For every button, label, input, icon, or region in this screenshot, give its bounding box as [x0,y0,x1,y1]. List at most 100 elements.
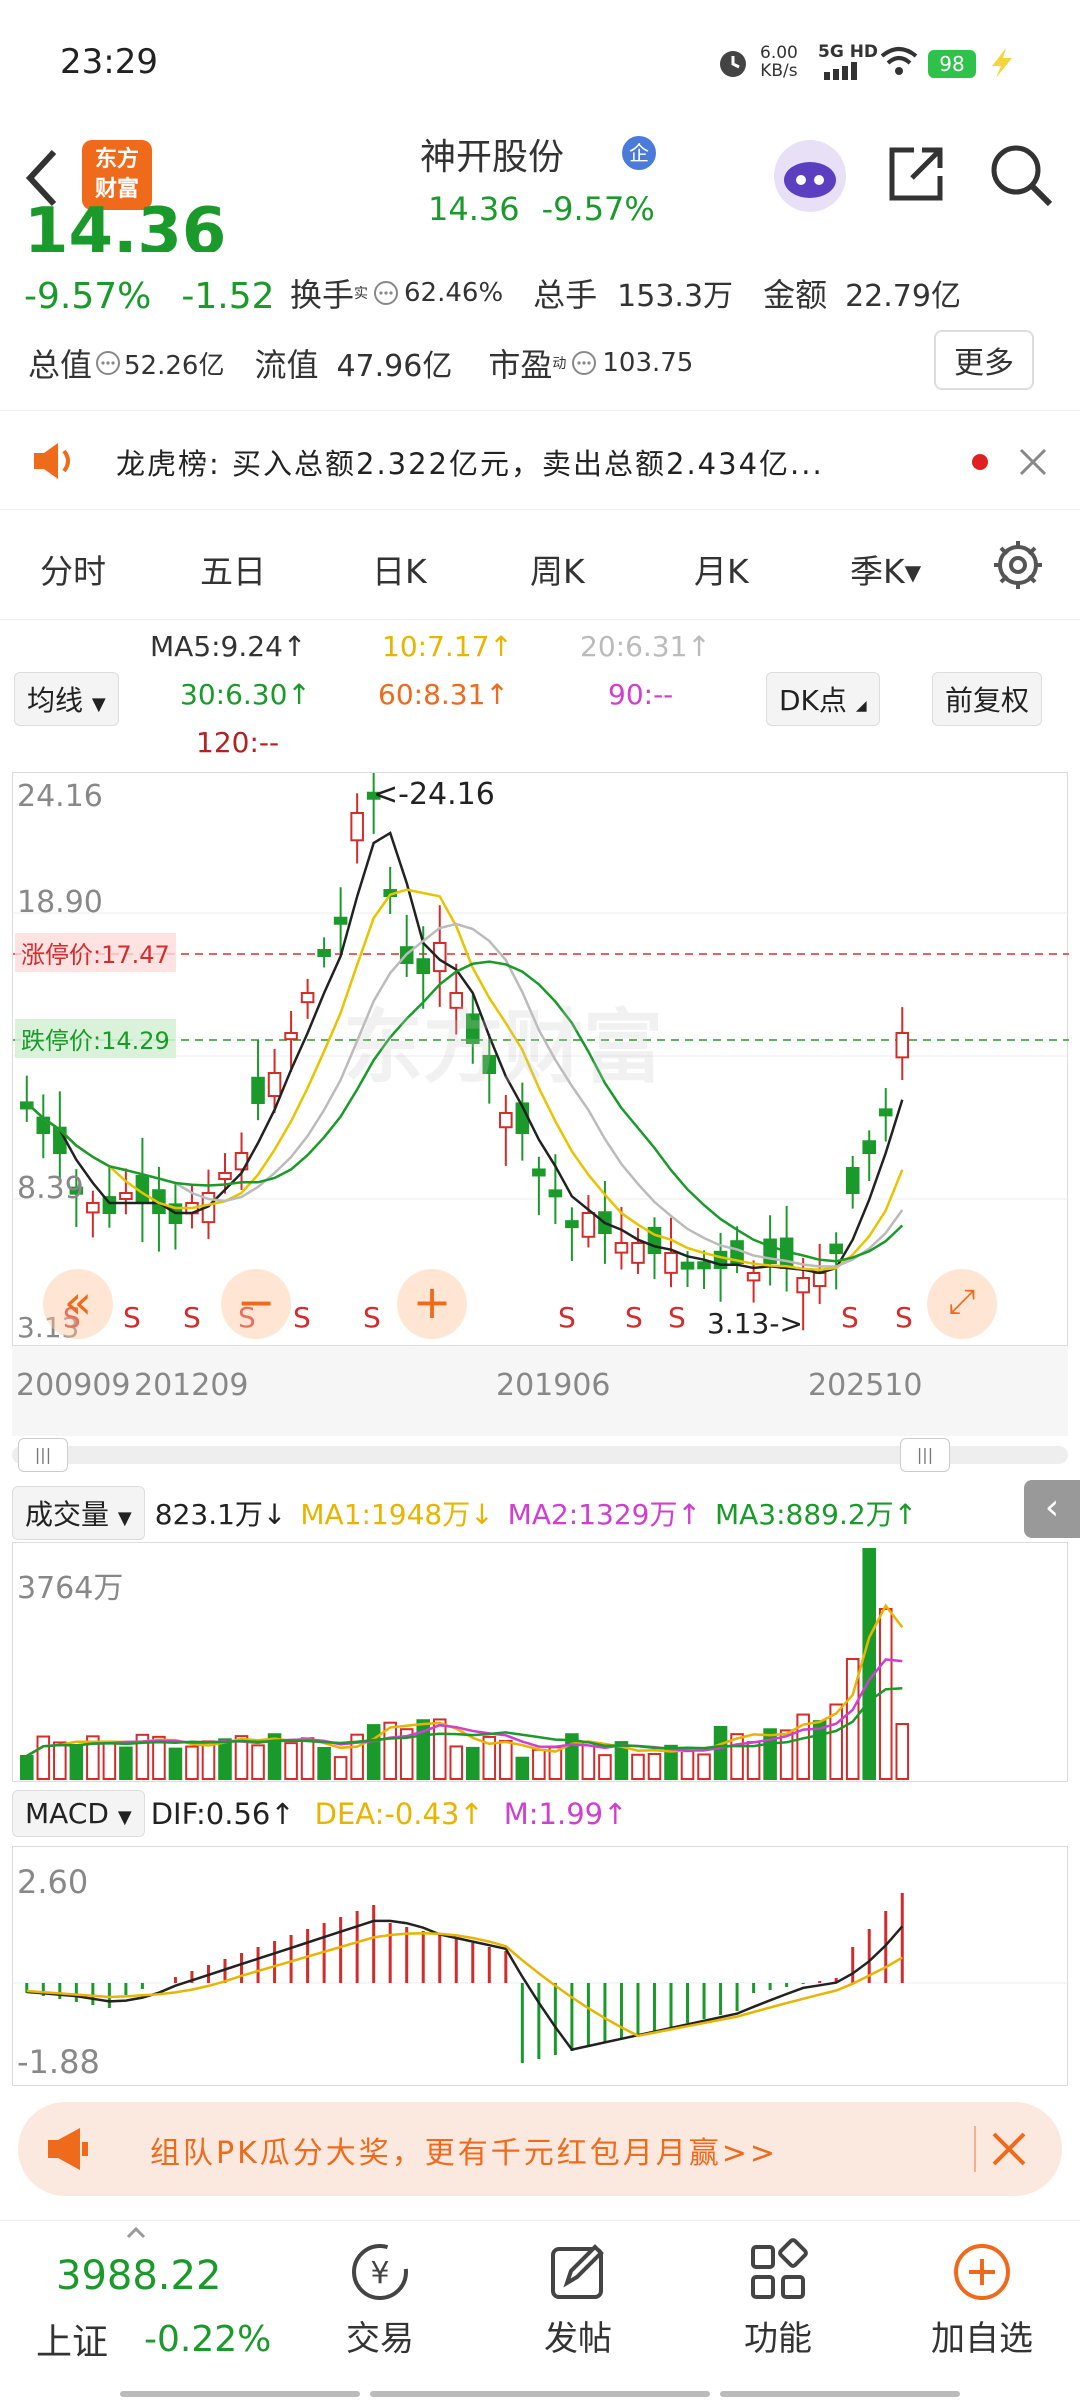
nav-trade[interactable]: ¥ 交易 [330,2237,430,2360]
megaphone-icon [48,2128,88,2170]
sell-signal-marker[interactable]: S [183,1301,201,1334]
amount-value: 22.79亿 [845,279,961,314]
candle-body [862,1140,877,1155]
index-name[interactable]: 上证 [36,2313,108,2365]
sell-signal-marker[interactable]: S [123,1301,141,1334]
ma10-value: 10:7.17↑ [382,630,513,663]
tab-monthly-k[interactable]: 月K [694,545,749,593]
ma-selector-label: 均线 [27,684,84,717]
volume-bar [680,1750,695,1780]
volume-bar [878,1608,893,1780]
close-icon[interactable] [1018,447,1048,477]
promo-banner[interactable]: 组队PK瓜分大奖，更有千元红包月月赢>> [18,2102,1062,2196]
dk-point-button[interactable]: DK点 ◢ [766,672,880,726]
volume-bar [53,1741,67,1781]
collapse-panel-icon[interactable]: ‹ [1024,1480,1080,1538]
close-icon[interactable] [990,2130,1028,2168]
news-ticker[interactable]: 龙虎榜: 买入总额2.322亿元，卖出总额2.434亿... [0,410,1080,510]
period-tabs: 分时 五日 日K 周K 月K 季K▾ [0,515,1080,620]
tab-daily-k[interactable]: 日K [372,545,427,593]
kline-chart[interactable]: 东方财富 24.16 18.90 8.39 3.13 涨停价:17.47 跌停价… [12,772,1069,1346]
candle-body [300,992,315,1004]
range-handle-left[interactable]: ||| [18,1438,68,1472]
info-circle-icon[interactable] [570,349,598,377]
volume-max-label: 3764万 [17,1571,124,1606]
macd-chart[interactable]: 2.60 -1.88 [12,1846,1069,2086]
edit-post-icon [551,2244,604,2299]
x-label-3: 201906 [496,1368,611,1403]
pe-label: 市盈 [488,346,553,384]
candle-body [267,1072,282,1098]
unread-dot [972,454,988,470]
nav-add-watch-label: 加自选 [931,2319,1033,2359]
nav-functions[interactable]: 功能 [728,2237,828,2360]
y-label-max: 24.16 [17,779,103,814]
candle-body [251,1076,265,1104]
macd-selector[interactable]: MACD ▼ [12,1790,145,1837]
candle-body [333,916,348,925]
more-button[interactable]: 更多 [934,330,1034,390]
quote-change-amt: -1.52 [181,276,275,317]
charging-icon [992,48,1012,78]
ma-selector[interactable]: 均线 ▼ [14,672,119,726]
big-price-partial: 14.36 [24,200,227,252]
index-value[interactable]: 3988.22 [56,2253,221,2299]
add-circle-icon [954,2244,1010,2300]
volume-bar [713,1726,728,1780]
bottom-nav: 3988.22 上证 -0.22% ¥ 交易 发帖 功能 加自选 [0,2220,1080,2400]
volume-bar [647,1752,662,1780]
sell-signal-marker[interactable]: S [625,1301,643,1334]
tab-five-day[interactable]: 五日 [200,545,266,593]
gesture-bar [120,2391,960,2399]
ma30-value: 30:6.30↑ [180,678,311,711]
range-slider[interactable]: ||| ||| [12,1438,1068,1472]
candle-body [697,1261,711,1270]
turnover-label: 换手 [290,276,355,314]
volume-chart[interactable]: 3764万 [12,1542,1068,1782]
nav-post[interactable]: 发帖 [528,2237,628,2360]
sell-signal-marker[interactable]: S [363,1301,381,1334]
volume-bar [317,1746,331,1780]
status-bar: 23:29 6.00 KB/s 5G HD 98 [0,0,1080,120]
share-icon[interactable] [884,142,948,206]
sell-signal-marker[interactable]: S [293,1301,311,1334]
sell-signal-marker[interactable]: S [558,1301,576,1334]
sell-signal-marker[interactable]: S [668,1301,686,1334]
ai-assistant-icon[interactable] [770,136,850,216]
volume-selector[interactable]: 成交量 ▼ [12,1486,145,1540]
fullscreen-icon[interactable]: ⤢ [927,1269,997,1339]
y-label-3: 8.39 [17,1171,84,1206]
x-label-1: 200909 [16,1368,131,1403]
vol-ma1: MA1:1948万↓ [300,1498,494,1531]
search-icon[interactable] [988,142,1054,208]
scroll-left-icon[interactable]: « [43,1269,113,1339]
settings-gear-icon[interactable] [990,537,1046,593]
zoom-out-icon[interactable]: − [221,1269,291,1339]
info-circle-icon[interactable] [94,349,122,377]
ma5-value: MA5:9.24↑ [150,630,307,663]
zoom-in-icon[interactable]: + [397,1269,467,1339]
nav-trade-label: 交易 [346,2319,414,2359]
tab-intraday[interactable]: 分时 [40,545,106,593]
nav-add-watch[interactable]: 加自选 [912,2237,1052,2360]
volume-bar [201,1740,216,1781]
ma-legend: MA5:9.24↑ 10:7.17↑ 20:6.31↑ 均线 ▼ 30:6.30… [0,620,1080,770]
x-axis: 200909 201209 201906 202510 [12,1346,1068,1436]
sell-signal-marker[interactable]: S [895,1301,913,1334]
range-handle-right[interactable]: ||| [900,1438,950,1472]
watermark: 东方财富 [343,1001,663,1094]
candle-body [284,1032,298,1041]
tab-quarterly-k[interactable]: 季K▾ [850,545,921,593]
sell-signal-marker[interactable]: S [841,1301,859,1334]
volume-bar [763,1728,777,1780]
limit-down-label: 跌停价:14.29 [15,1019,176,1058]
chevron-up-icon[interactable] [126,2227,146,2239]
volume-legend: 成交量 ▼ 823.1万↓ MA1:1948万↓ MA2:1329万↑ MA3:… [12,1486,917,1540]
tab-weekly-k[interactable]: 周K [530,545,585,593]
adjust-button[interactable]: 前复权 [932,672,1043,726]
header-price: 14.36 [428,190,520,228]
limit-up-label: 涨停价:17.47 [15,933,176,972]
info-circle-icon[interactable] [372,279,400,307]
y-label-2: 18.90 [17,885,103,920]
back-arrow-icon[interactable] [22,148,62,208]
